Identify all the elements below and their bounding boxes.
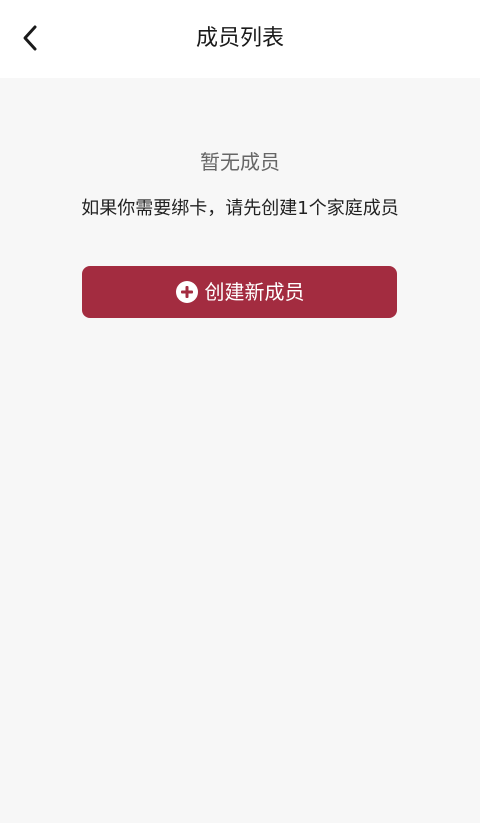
plus-circle-icon <box>175 281 198 303</box>
create-member-button[interactable]: 创建新成员 <box>82 266 397 318</box>
empty-state-title: 暂无成员 <box>200 150 280 174</box>
create-member-label: 创建新成员 <box>204 280 305 304</box>
member-list-content: 暂无成员 如果你需要绑卡，请先创建1个家庭成员 创建新成员 <box>0 78 480 823</box>
app-header: 成员列表 <box>0 0 480 78</box>
page-title: 成员列表 <box>195 26 284 51</box>
empty-state-hint: 如果你需要绑卡，请先创建1个家庭成员 <box>81 198 399 219</box>
